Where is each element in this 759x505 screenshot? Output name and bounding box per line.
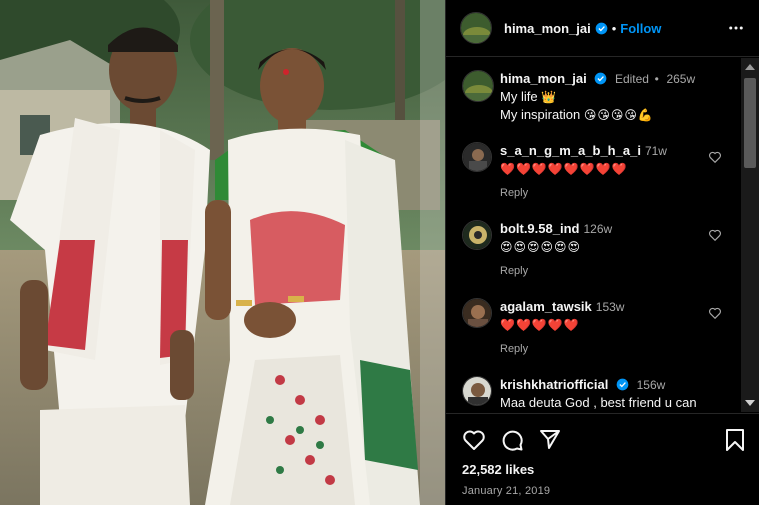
comment-item: s_a_n_g_m_a_b_h_a_i 71w ❤️❤️❤️❤️❤️❤️❤️❤️ … xyxy=(462,142,742,202)
reply-button[interactable]: Reply xyxy=(500,184,730,202)
caption-line-2: My inspiration xyxy=(500,107,581,122)
comment-bubble-icon[interactable] xyxy=(500,428,524,452)
post-header: hima_mon_jai • Follow xyxy=(446,0,759,57)
kiss-emoji-group: 😘😘😘😘💪 xyxy=(583,108,654,122)
comment-username[interactable]: krishkhatriofficial xyxy=(500,377,608,392)
caption-edited: Edited xyxy=(614,72,649,86)
like-comment-heart-icon[interactable] xyxy=(708,228,722,242)
comment-username[interactable]: agalam_tawsik xyxy=(500,299,592,314)
scroll-down-arrow-icon[interactable] xyxy=(745,400,755,406)
comments-scrollbar[interactable] xyxy=(741,58,759,412)
post-actions: 22,582 likes January 21, 2019 xyxy=(446,413,759,497)
comment-username[interactable]: bolt.9.58_ind xyxy=(500,221,579,236)
author-avatar[interactable] xyxy=(460,12,492,44)
verified-badge-icon xyxy=(616,378,629,391)
comment-text: Maa deuta God , best friend u can xyxy=(500,395,697,410)
comments-list[interactable]: hima_mon_jai Edited • 265w My life 👑 My … xyxy=(446,58,742,412)
save-bookmark-icon[interactable] xyxy=(724,428,746,452)
like-heart-icon[interactable] xyxy=(462,428,486,452)
reply-button[interactable]: Reply xyxy=(500,262,730,280)
comment-item: agalam_tawsik 153w ❤️❤️❤️❤️❤️ Reply xyxy=(462,298,742,358)
reply-button[interactable]: Reply xyxy=(500,340,730,358)
like-comment-heart-icon[interactable] xyxy=(708,306,722,320)
caption-avatar[interactable] xyxy=(462,70,494,102)
comment-item: krishkhatriofficial 156w Maa deuta God ,… xyxy=(462,376,742,412)
comment-text: ❤️❤️❤️❤️❤️ xyxy=(500,318,580,332)
commenter-avatar[interactable] xyxy=(462,376,492,406)
verified-badge-icon xyxy=(594,72,607,85)
crown-emoji: 👑 xyxy=(541,90,558,104)
author-username[interactable]: hima_mon_jai xyxy=(504,21,591,36)
comment-time[interactable]: 153w xyxy=(596,300,625,314)
share-send-icon[interactable] xyxy=(538,428,562,452)
post-side-panel: hima_mon_jai • Follow hima_mon_jai Edite… xyxy=(445,0,759,505)
caption: hima_mon_jai Edited • 265w My life 👑 My … xyxy=(462,70,742,124)
caption-separator: • xyxy=(654,72,659,86)
verified-badge-icon xyxy=(595,22,608,34)
scroll-up-arrow-icon[interactable] xyxy=(745,64,755,70)
comment-text: 😍😍😍😍😍😍 xyxy=(500,240,582,254)
scrollbar-thumb[interactable] xyxy=(744,78,756,168)
caption-time[interactable]: 265w xyxy=(666,72,695,86)
comment-time[interactable]: 71w xyxy=(645,144,667,158)
post-photo xyxy=(0,0,445,505)
commenter-avatar[interactable] xyxy=(462,220,492,250)
commenter-avatar[interactable] xyxy=(462,142,492,172)
comment-time[interactable]: 156w xyxy=(637,378,666,392)
caption-username[interactable]: hima_mon_jai xyxy=(500,71,587,86)
comment-item: bolt.9.58_ind 126w 😍😍😍😍😍😍 Reply xyxy=(462,220,742,280)
like-comment-heart-icon[interactable] xyxy=(708,150,722,164)
commenter-avatar[interactable] xyxy=(462,298,492,328)
likes-count[interactable]: 22,582 likes xyxy=(462,462,746,477)
follow-button[interactable]: Follow xyxy=(620,21,661,36)
comment-username[interactable]: s_a_n_g_m_a_b_h_a_i xyxy=(500,143,641,158)
post-date[interactable]: January 21, 2019 xyxy=(462,485,746,497)
more-options-icon[interactable] xyxy=(727,19,745,37)
comment-text: ❤️❤️❤️❤️❤️❤️❤️❤️ xyxy=(500,162,628,176)
header-separator: • xyxy=(611,20,617,36)
comment-time[interactable]: 126w xyxy=(583,222,612,236)
caption-line-1: My life xyxy=(500,89,538,104)
